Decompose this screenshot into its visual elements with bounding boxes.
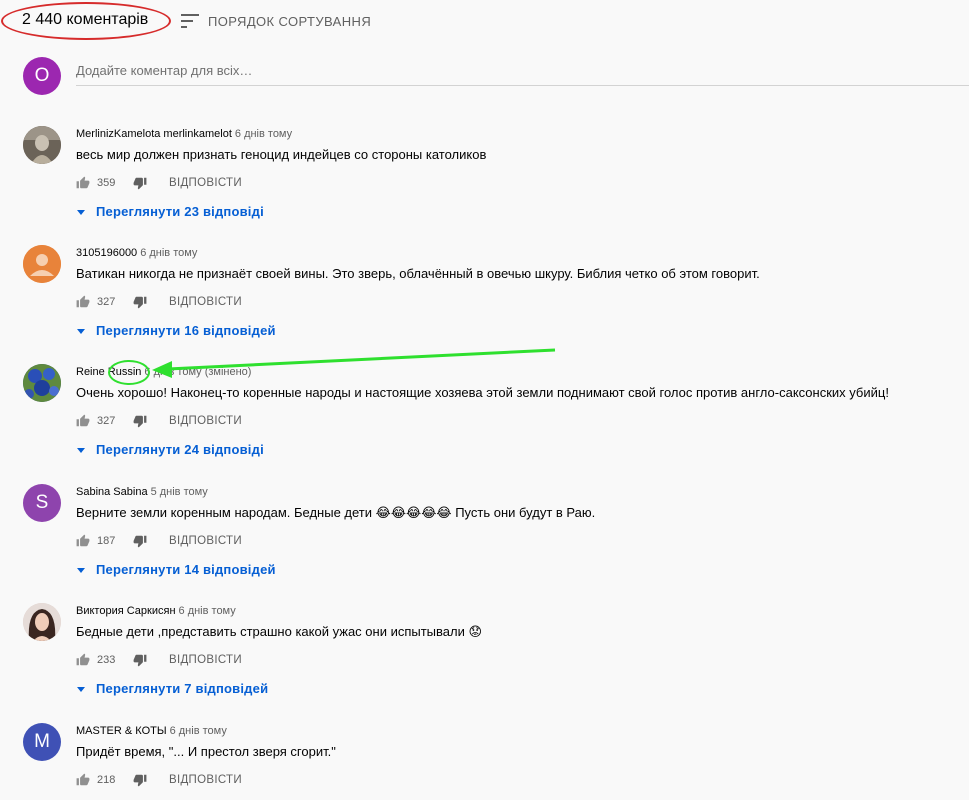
thumbs-up-icon[interactable] [76, 176, 90, 190]
view-replies-label: Переглянути 7 відповідей [96, 681, 269, 696]
like-count: 327 [97, 296, 116, 308]
comment-author[interactable]: MerlinizKamelota merlinkamelot [76, 128, 232, 140]
comment-actions: 233 ВІДПОВІСТИ [76, 651, 242, 669]
thumbs-up-icon[interactable] [76, 534, 90, 548]
photo-avatar-woman-icon[interactable] [23, 603, 61, 641]
view-replies-label: Переглянути 23 відповіді [96, 204, 264, 219]
reply-button[interactable]: ВІДПОВІСТИ [169, 774, 242, 786]
view-replies-label: Переглянути 14 відповідей [96, 562, 276, 577]
comment-actions: 218 ВІДПОВІСТИ [76, 771, 242, 789]
thumbs-up-icon[interactable] [76, 295, 90, 309]
comment-actions: 327 ВІДПОВІСТИ [76, 412, 242, 430]
annotation-green-ellipse [108, 360, 150, 385]
like-count: 359 [97, 177, 116, 189]
comment-author[interactable]: 3105196000 [76, 247, 137, 259]
comment-actions: 359 ВІДПОВІСТИ [76, 174, 242, 192]
like-count: 218 [97, 774, 116, 786]
thumbs-up-icon[interactable] [76, 653, 90, 667]
comment-actions: 327 ВІДПОВІСТИ [76, 293, 242, 311]
comment-item: 3105196000 6 днів тому Ватикан никогда не… [0, 245, 969, 355]
thumbs-down-icon[interactable] [133, 176, 147, 190]
comment-item: Reine Russin 6 днів тому (змінено) Очень … [0, 364, 969, 474]
default-user-avatar-icon[interactable] [23, 245, 61, 283]
thumbs-up-icon[interactable] [76, 773, 90, 787]
like-count: 233 [97, 654, 116, 666]
avatar-letter: M [34, 731, 50, 752]
add-comment-row: O [0, 52, 969, 100]
comment-actions: 187 ВІДПОВІСТИ [76, 532, 242, 550]
reply-button[interactable]: ВІДПОВІСТИ [169, 296, 242, 308]
thumbs-down-icon[interactable] [133, 295, 147, 309]
view-replies-toggle[interactable]: Переглянути 23 відповіді [76, 204, 264, 219]
thumbs-down-icon[interactable] [133, 534, 147, 548]
current-user-avatar: O [23, 57, 61, 95]
reply-button[interactable]: ВІДПОВІСТИ [169, 535, 242, 547]
view-replies-label: Переглянути 16 відповідей [96, 323, 276, 338]
reply-button[interactable]: ВІДПОВІСТИ [169, 177, 242, 189]
thumbs-down-icon[interactable] [133, 653, 147, 667]
sort-icon [181, 14, 199, 28]
avatar-letter: S [35, 492, 49, 513]
reply-button[interactable]: ВІДПОВІСТИ [169, 654, 242, 666]
sort-button[interactable]: ПОРЯДОК СОРТУВАННЯ [180, 12, 371, 30]
user-avatar[interactable]: S [23, 484, 61, 522]
comment-text: Придёт время, "... И престол зверя сгори… [76, 744, 336, 759]
photo-avatar-flowers-icon[interactable] [23, 364, 61, 402]
comment-time[interactable]: 6 днів тому (змінено) [144, 366, 251, 378]
comment-count: 2 440 коментарів [22, 11, 149, 28]
caret-down-icon [77, 447, 85, 453]
view-replies-label: Переглянути 24 відповіді [96, 442, 264, 457]
comment-meta: 3105196000 6 днів тому [76, 247, 197, 259]
thumbs-down-icon[interactable] [133, 414, 147, 428]
view-replies-toggle[interactable]: Переглянути 24 відповіді [76, 442, 264, 457]
sort-label: ПОРЯДОК СОРТУВАННЯ [208, 13, 372, 29]
avatar-letter: O [34, 65, 50, 86]
comment-item: Виктория Саркисян 6 днів тому Бедные дети… [0, 603, 969, 713]
view-replies-toggle[interactable]: Переглянути 7 відповідей [76, 681, 268, 696]
comment-text: весь мир должен признать геноцид индейце… [76, 147, 487, 162]
comment-author[interactable]: Виктория Саркисян [76, 605, 176, 617]
thumbs-down-icon[interactable] [133, 773, 147, 787]
comment-meta: Виктория Саркисян 6 днів тому [76, 605, 236, 617]
comment-text: Очень хорошо! Наконец-то коренные народы… [76, 385, 889, 400]
comment-time[interactable]: 6 днів тому [235, 128, 292, 140]
comment-meta: Sabina Sabina 5 днів тому [76, 486, 208, 498]
add-comment-input[interactable] [76, 55, 969, 86]
caret-down-icon [77, 567, 85, 573]
comment-item: M MASTER & КОТЫ 6 днів тому Придёт время,… [0, 723, 969, 800]
comment-time[interactable]: 6 днів тому [179, 605, 236, 617]
comment-meta: MASTER & КОТЫ 6 днів тому [76, 725, 227, 737]
thumbs-up-icon[interactable] [76, 414, 90, 428]
comment-time[interactable]: 6 днів тому [140, 247, 197, 259]
view-replies-toggle[interactable]: Переглянути 16 відповідей [76, 323, 276, 338]
caret-down-icon [77, 686, 85, 692]
comment-author[interactable]: Sabina Sabina [76, 486, 148, 498]
comment-text: Бедные дети ,представить страшно какой у… [76, 624, 483, 639]
comments-header: 2 440 коментарів ПОРЯДОК СОРТУВАННЯ [0, 0, 969, 44]
user-avatar[interactable]: M [23, 723, 61, 761]
like-count: 187 [97, 535, 116, 547]
comment-meta: Reine Russin 6 днів тому (змінено) [76, 366, 251, 378]
reply-button[interactable]: ВІДПОВІСТИ [169, 415, 242, 427]
comment-meta: MerlinizKamelota merlinkamelot 6 днів том… [76, 128, 292, 140]
caret-down-icon [77, 209, 85, 215]
comment-time[interactable]: 5 днів тому [151, 486, 208, 498]
comment-author[interactable]: MASTER & КОТЫ [76, 725, 167, 737]
photo-avatar-statue-icon[interactable] [23, 126, 61, 164]
comment-item: MerlinizKamelota merlinkamelot 6 днів том… [0, 126, 969, 236]
comment-time[interactable]: 6 днів тому [170, 725, 227, 737]
like-count: 327 [97, 415, 116, 427]
caret-down-icon [77, 328, 85, 334]
comment-text: Ватикан никогда не признаёт своей вины. … [76, 266, 760, 281]
comment-text: Верните земли коренным народам. Бедные д… [76, 505, 596, 520]
comment-item: S Sabina Sabina 5 днів тому Верните земли… [0, 484, 969, 594]
view-replies-toggle[interactable]: Переглянути 14 відповідей [76, 562, 276, 577]
